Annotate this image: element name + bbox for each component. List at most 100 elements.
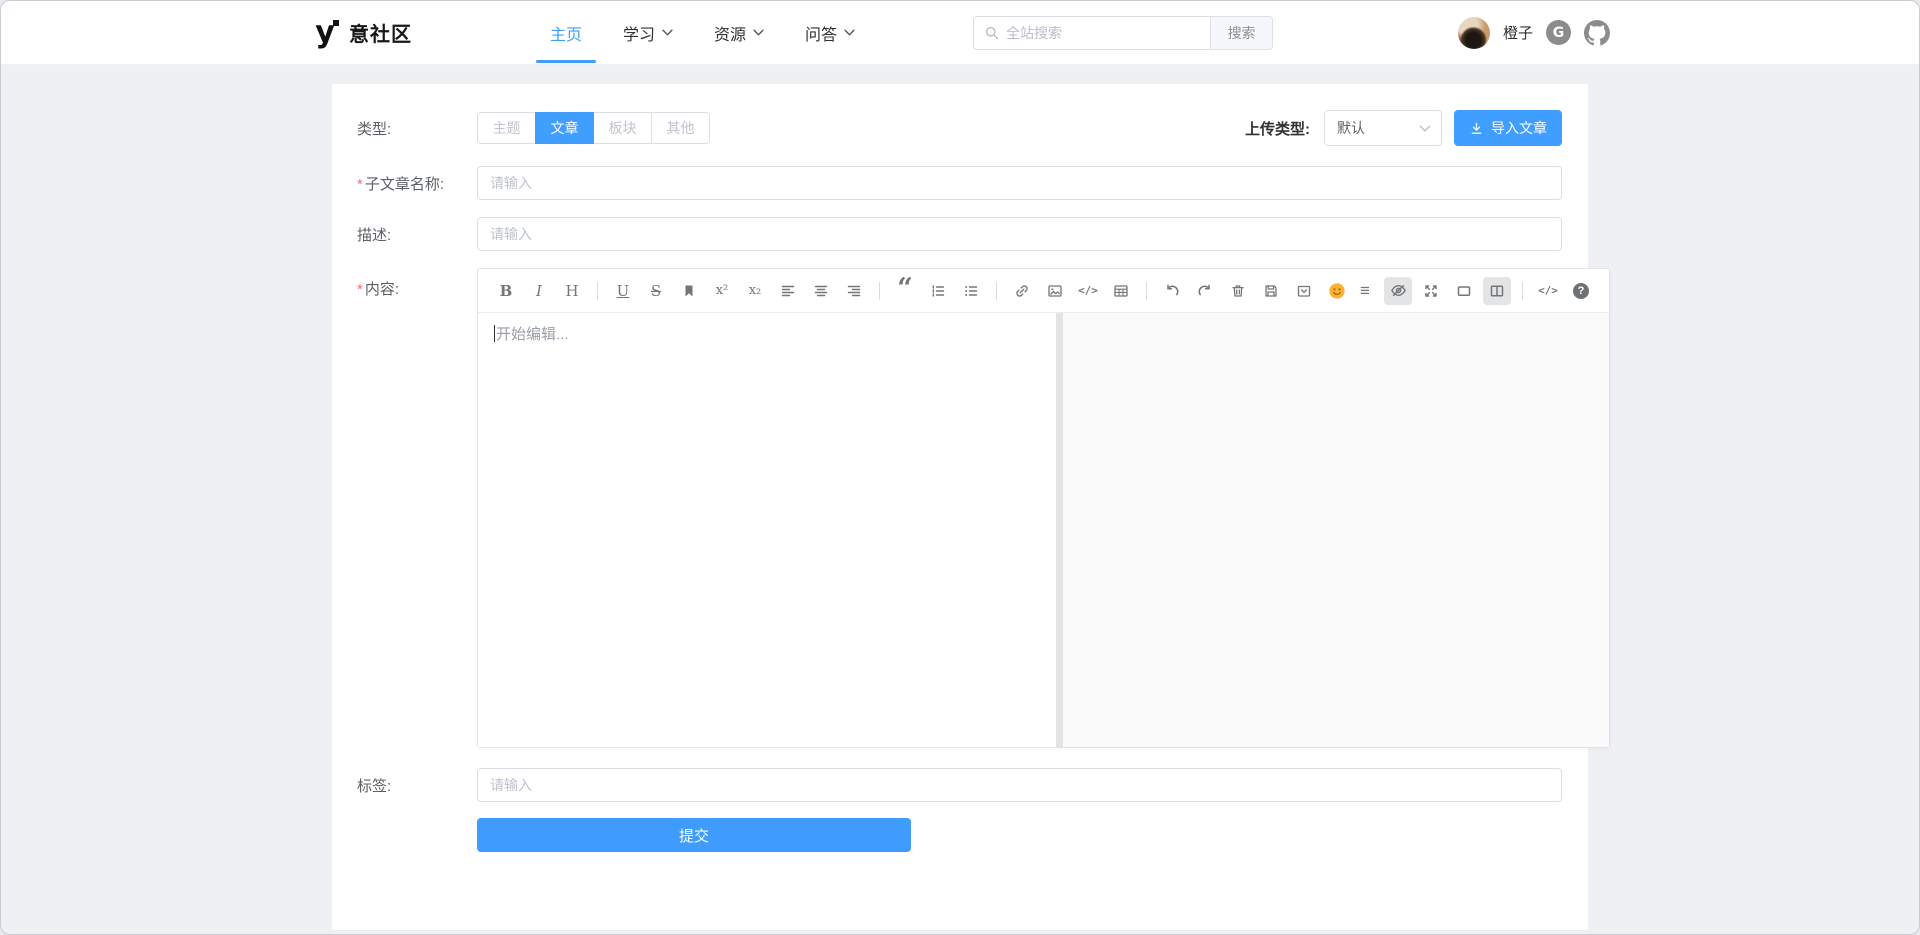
description-label: 描述:: [357, 224, 477, 245]
search-input[interactable]: [974, 17, 1210, 49]
username[interactable]: 橙子: [1503, 22, 1533, 43]
nav-item-learn[interactable]: 学习: [623, 1, 673, 64]
upload-cluster: 上传类型: 默认 导入文章: [1245, 110, 1562, 146]
main-nav: 主页 学习 资源 问答: [550, 1, 855, 64]
preview-toggle-icon[interactable]: [1384, 277, 1412, 305]
nav-item-label: 资源: [714, 21, 746, 45]
toolbar-right-group: ≡ </> ?: [1351, 277, 1595, 305]
github-icon[interactable]: [1584, 20, 1610, 46]
mark-icon[interactable]: [675, 277, 703, 305]
type-label: 类型:: [357, 118, 477, 139]
editor-preview-pane: [1063, 313, 1609, 747]
chevron-down-icon: [1419, 125, 1431, 132]
nav-item-label: 学习: [623, 21, 655, 45]
editor-toolbar: B I H U S x² x₂ “: [478, 269, 1609, 313]
type-option-topic[interactable]: 主题: [477, 112, 536, 144]
site-logo[interactable]: y 意社区: [310, 18, 412, 48]
avatar[interactable]: [1458, 17, 1490, 49]
nav-item-label: 问答: [805, 21, 837, 45]
heading-button[interactable]: H: [558, 277, 586, 305]
quote-button[interactable]: “: [891, 277, 919, 305]
type-option-other[interactable]: 其他: [651, 112, 710, 144]
search-button[interactable]: 搜索: [1210, 17, 1272, 49]
read-mode-icon[interactable]: [1450, 277, 1478, 305]
type-option-board[interactable]: 板块: [593, 112, 652, 144]
image-icon[interactable]: [1041, 277, 1069, 305]
submit-row: 提交: [357, 818, 1562, 852]
tags-label: 标签:: [357, 775, 477, 796]
trash-icon[interactable]: [1224, 277, 1252, 305]
text-caret: [494, 325, 495, 342]
editor-input-pane[interactable]: 开始编辑...: [478, 313, 1056, 747]
content-row: *内容: B I H U S x² x₂: [357, 268, 1562, 748]
underline-button[interactable]: U: [609, 277, 637, 305]
sub-article-name-input[interactable]: [477, 166, 1562, 200]
toolbar-divider: [1146, 282, 1147, 300]
editor-body: 开始编辑...: [478, 313, 1609, 747]
align-left-icon[interactable]: [774, 277, 802, 305]
code-button[interactable]: </>: [1074, 277, 1102, 305]
redo-icon[interactable]: [1191, 277, 1219, 305]
navbar: y 意社区 主页 学习 资源 问答: [1, 1, 1919, 65]
required-mark: *: [357, 176, 363, 193]
tags-row: 标签:: [357, 768, 1562, 802]
italic-button[interactable]: I: [525, 277, 553, 305]
link-icon[interactable]: [1008, 277, 1036, 305]
subscript-button[interactable]: x₂: [741, 277, 769, 305]
chevron-down-icon: [844, 29, 855, 36]
editor-placeholder: 开始编辑...: [496, 326, 569, 343]
superscript-button[interactable]: x²: [708, 277, 736, 305]
import-article-label: 导入文章: [1491, 118, 1547, 138]
ordered-list-icon[interactable]: [924, 277, 952, 305]
export-icon[interactable]: [1290, 277, 1318, 305]
submit-button[interactable]: 提交: [477, 818, 911, 852]
toolbar-left-group: B I H U S x² x₂ “: [492, 277, 1351, 305]
align-right-icon[interactable]: [840, 277, 868, 305]
description-input[interactable]: [477, 217, 1562, 251]
emoji-icon[interactable]: [1323, 277, 1351, 305]
help-icon[interactable]: ?: [1567, 277, 1595, 305]
type-option-article[interactable]: 文章: [535, 112, 594, 144]
chevron-down-icon: [662, 29, 673, 36]
import-article-button[interactable]: 导入文章: [1454, 110, 1562, 146]
type-row: 类型: 主题 文章 板块 其他 上传类型: 默认 导入文章: [357, 110, 1562, 146]
tags-input[interactable]: [477, 768, 1562, 802]
sub-article-name-row: *子文章名称:: [357, 166, 1562, 200]
content-label: *内容:: [357, 268, 477, 299]
upload-type-value: 默认: [1337, 118, 1365, 138]
nav-item-label: 主页: [550, 21, 582, 45]
split-pane-icon[interactable]: [1483, 277, 1511, 305]
editor-split-divider[interactable]: [1056, 313, 1063, 747]
fullscreen-icon[interactable]: [1417, 277, 1445, 305]
markdown-editor: B I H U S x² x₂ “: [477, 268, 1610, 748]
toolbar-divider: [996, 282, 997, 300]
html-code-button[interactable]: </>: [1534, 277, 1562, 305]
required-mark: *: [357, 281, 363, 298]
nav-item-home[interactable]: 主页: [550, 1, 582, 64]
search-icon: [984, 25, 1000, 41]
site-search: 搜索: [973, 16, 1273, 50]
site-name: 意社区: [349, 18, 412, 47]
upload-type-select[interactable]: 默认: [1324, 110, 1442, 146]
download-icon: [1469, 121, 1484, 136]
app: y 意社区 主页 学习 资源 问答: [0, 0, 1920, 935]
gitee-icon[interactable]: G: [1546, 20, 1571, 45]
nav-item-resources[interactable]: 资源: [714, 1, 764, 64]
undo-icon[interactable]: [1158, 277, 1186, 305]
upload-type-label: 上传类型:: [1245, 118, 1310, 139]
toolbar-divider: [1522, 282, 1523, 300]
unordered-list-icon[interactable]: [957, 277, 985, 305]
sub-article-name-label: *子文章名称:: [357, 173, 477, 194]
save-icon[interactable]: [1257, 277, 1285, 305]
user-area: 橙子 G: [1458, 17, 1610, 49]
type-button-group: 主题 文章 板块 其他: [477, 112, 710, 144]
logo-icon: y: [310, 18, 340, 48]
toolbar-divider: [879, 282, 880, 300]
strikethrough-button[interactable]: S: [642, 277, 670, 305]
align-center-icon[interactable]: [807, 277, 835, 305]
table-icon[interactable]: [1107, 277, 1135, 305]
navigation-button[interactable]: ≡: [1351, 277, 1379, 305]
description-row: 描述:: [357, 217, 1562, 251]
bold-button[interactable]: B: [492, 277, 520, 305]
nav-item-qa[interactable]: 问答: [805, 1, 855, 64]
